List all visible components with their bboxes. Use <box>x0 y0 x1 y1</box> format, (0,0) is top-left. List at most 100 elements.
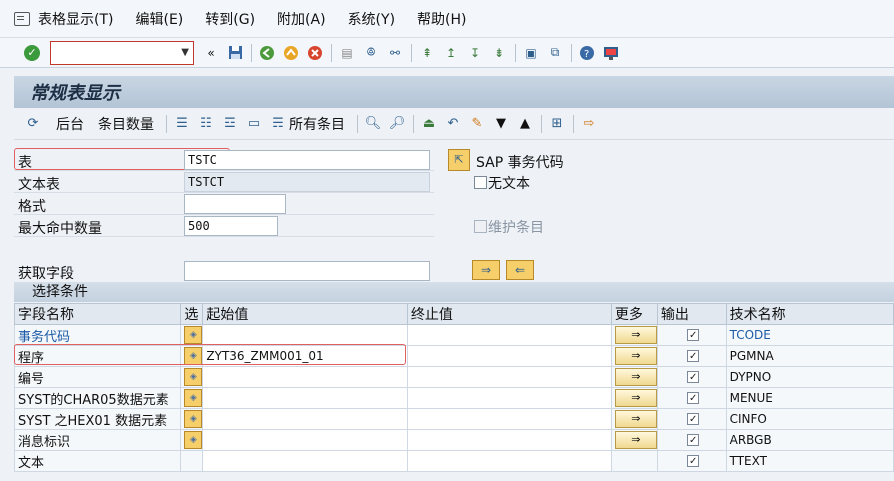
deselect-all-icon[interactable]: ☷ <box>197 115 215 133</box>
next-page-icon[interactable]: ↧ <box>466 44 484 62</box>
menu-extras[interactable]: 附加(A) <box>277 9 326 29</box>
select-all-icon[interactable]: ☰ <box>173 115 191 133</box>
to-value-input[interactable] <box>406 324 612 346</box>
new-session-icon[interactable]: ▣ <box>522 44 540 62</box>
menu-icon[interactable] <box>14 11 30 26</box>
background-button[interactable]: 后台 <box>56 114 84 134</box>
help-icon[interactable]: ? <box>578 44 596 62</box>
menu-edit[interactable]: 编辑(E) <box>135 9 183 29</box>
triangle-up-icon[interactable]: ▲ <box>516 115 534 133</box>
no-text-checkbox[interactable] <box>474 176 487 189</box>
multiple-selection-button[interactable]: ⇒ <box>614 326 657 344</box>
max-hits-input[interactable]: 500 <box>184 216 278 236</box>
enter-check-icon[interactable]: ✓ <box>24 44 40 61</box>
collapse-arrows-icon[interactable]: « <box>202 44 220 62</box>
from-value-input[interactable] <box>202 450 408 472</box>
to-value-input[interactable] <box>406 345 612 367</box>
multiple-selection-button[interactable]: ⇒ <box>614 347 657 365</box>
table-input[interactable]: TSTC <box>184 150 430 170</box>
separator <box>515 43 516 62</box>
variant-icon[interactable]: ⊞ <box>548 115 566 133</box>
menu-bar: 表格显示(T) 编辑(E) 转到(G) 附加(A) 系统(Y) 帮助(H) <box>0 0 894 38</box>
to-value-input[interactable] <box>406 366 612 388</box>
exit-icon[interactable] <box>282 44 300 62</box>
more-cell: ⇒ <box>610 324 658 346</box>
from-value-input[interactable] <box>202 408 408 430</box>
command-field[interactable]: ▼ <box>50 40 194 65</box>
tech-name-cell: DYPNO <box>725 366 894 388</box>
from-value-input[interactable] <box>202 387 408 409</box>
find-icon[interactable]: ꔮ <box>362 44 380 62</box>
output-checkbox[interactable]: ✓ <box>687 434 700 446</box>
field-name-cell: SYST的CHAR05数据元素 <box>13 387 182 409</box>
from-value-input[interactable] <box>202 324 408 346</box>
selection-criteria-header: 选择条件 <box>14 282 894 302</box>
page-title: 常规表显示 <box>30 83 120 104</box>
save-icon[interactable] <box>226 44 244 62</box>
more-cell: ⇒ <box>610 366 658 388</box>
to-value-input[interactable] <box>406 429 612 451</box>
format-input[interactable] <box>184 194 286 214</box>
customize-layout-icon[interactable] <box>602 44 620 62</box>
to-value-input[interactable] <box>406 450 612 472</box>
output-checkbox[interactable]: ✓ <box>687 455 700 467</box>
find-next-icon[interactable]: ⚯ <box>386 44 404 62</box>
output-checkbox[interactable]: ✓ <box>687 392 700 404</box>
table-row: 事务代码 ◈ ⇒ ✓ TCODE <box>13 324 894 346</box>
delete-selection-icon[interactable]: ▭ <box>245 115 263 133</box>
select-cell: ◈ <box>180 429 204 451</box>
to-value-input[interactable] <box>406 387 612 409</box>
separator <box>573 114 574 133</box>
select-options-icon[interactable]: ◈ <box>184 326 203 344</box>
all-entries-icon[interactable]: ☴ <box>269 115 287 133</box>
multiple-selection-button[interactable]: ⇒ <box>614 431 657 449</box>
undo-icon[interactable]: ↶ <box>444 115 462 133</box>
cancel-icon[interactable] <box>306 44 324 62</box>
col-field-name: 字段名称 <box>13 303 182 325</box>
output-checkbox[interactable]: ✓ <box>687 350 700 362</box>
zoom-out-icon[interactable]: 🔍︎ <box>364 115 382 133</box>
first-page-icon[interactable]: ⇞ <box>418 44 436 62</box>
menu-table-display[interactable]: 表格显示(T) <box>38 9 113 29</box>
multiple-selection-button[interactable]: ⇒ <box>614 368 657 386</box>
output-checkbox[interactable]: ✓ <box>687 413 700 425</box>
menu-system[interactable]: 系统(Y) <box>348 9 395 29</box>
separator <box>541 114 542 133</box>
shortcut-icon[interactable]: ⧉ <box>546 44 564 62</box>
sap-tcode-button[interactable]: ⇱ <box>448 149 470 171</box>
triangle-down-icon[interactable]: ▼ <box>492 115 510 133</box>
sort-icon[interactable]: ⏏ <box>420 115 438 133</box>
output-checkbox[interactable]: ✓ <box>687 329 700 341</box>
print-icon[interactable]: ▤ <box>338 44 356 62</box>
get-fields-input[interactable] <box>184 261 430 281</box>
multiple-selection-button[interactable]: ⇒ <box>614 389 657 407</box>
last-page-icon[interactable]: ⇟ <box>490 44 508 62</box>
back-icon[interactable] <box>258 44 276 62</box>
execute-icon[interactable]: ⟳ <box>24 115 42 133</box>
output-checkbox[interactable]: ✓ <box>687 371 700 383</box>
field-deselect-button[interactable]: ⇐ <box>506 260 534 280</box>
number-of-entries-button[interactable]: 条目数量 <box>98 114 154 134</box>
maintain-entries-label: 维护条目 <box>488 220 544 236</box>
select-options-icon[interactable]: ◈ <box>184 389 203 407</box>
select-options-icon[interactable]: ◈ <box>184 410 203 428</box>
multiple-selection-button[interactable]: ⇒ <box>614 410 657 428</box>
select-options-icon[interactable]: ◈ <box>184 431 203 449</box>
from-value-input[interactable] <box>202 429 408 451</box>
select-options-icon[interactable]: ◈ <box>184 368 203 386</box>
svg-text:?: ? <box>584 49 589 60</box>
get-variant-icon[interactable]: ⇨ <box>580 115 598 133</box>
eraser-icon[interactable]: ✎ <box>468 115 486 133</box>
zoom-in-icon[interactable]: 🔎︎ <box>388 115 406 133</box>
to-value-input[interactable] <box>406 408 612 430</box>
from-value-input[interactable] <box>202 366 408 388</box>
field-select-button[interactable]: ⇒ <box>472 260 500 280</box>
all-entries-button[interactable]: 所有条目 <box>289 114 345 134</box>
tech-name-cell: CINFO <box>725 408 894 430</box>
menu-goto[interactable]: 转到(G) <box>205 9 255 29</box>
previous-page-icon[interactable]: ↥ <box>442 44 460 62</box>
select-block-icon[interactable]: ☲ <box>221 115 239 133</box>
maintain-entries-checkbox <box>474 220 487 233</box>
menu-help[interactable]: 帮助(H) <box>417 9 466 29</box>
chevron-down-icon[interactable]: ▼ <box>181 47 189 58</box>
